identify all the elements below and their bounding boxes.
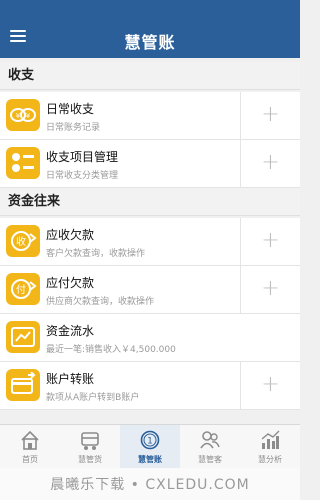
watermark-text: 晨曦乐下载 • CXLEDU.COM <box>50 477 250 493</box>
row-subtitle: 日常账务记录 <box>46 123 101 133</box>
tab-label: 慧管客 <box>198 455 222 464</box>
list-item-receivable[interactable]: 收 应收欠款 客户欠款查询，收款操作 + <box>0 218 300 266</box>
row-title: 应收欠款 <box>46 228 95 242</box>
page-title: 慧管账 <box>124 33 176 52</box>
section-header-funds: 资金往来 <box>0 188 300 216</box>
tab-label: 慧管货 <box>78 455 102 464</box>
bottom-tab-bar: 首页 慧管货 1 慧管账 慧管客 慧分析 <box>0 424 300 469</box>
category-manage-icon <box>6 147 40 179</box>
row-subtitle: 款项从A账户转到B账户 <box>46 393 140 403</box>
list-item-account-transfer[interactable]: 账户转账 款项从A账户转到B账户 + <box>0 362 300 410</box>
cash-flow-icon <box>6 321 40 353</box>
row-subtitle: 日常收支分类管理 <box>46 171 119 181</box>
svg-text:1: 1 <box>147 437 153 447</box>
analysis-icon <box>261 430 280 449</box>
tab-account[interactable]: 1 慧管账 <box>120 425 180 469</box>
add-category-button[interactable]: + <box>241 140 300 188</box>
tab-customers[interactable]: 慧管客 <box>180 425 240 469</box>
daily-ledger-icon: ¥ ¥ <box>6 99 40 131</box>
add-payable-button[interactable]: + <box>241 266 300 314</box>
customers-icon <box>200 431 220 449</box>
payable-icon: 付 <box>6 273 40 305</box>
tab-home[interactable]: 首页 <box>0 425 60 469</box>
list-item-daily-ledger[interactable]: ¥ ¥ 日常收支 日常账务记录 + <box>0 92 300 140</box>
tab-analysis[interactable]: 慧分析 <box>240 425 300 469</box>
row-subtitle: 供应商欠款查询，收款操作 <box>46 297 155 307</box>
home-icon <box>21 430 39 450</box>
row-title: 日常收支 <box>46 102 95 116</box>
list-item-category-manage[interactable]: 收支项目管理 日常收支分类管理 + <box>0 140 300 188</box>
svg-text:收: 收 <box>16 235 26 248</box>
row-title: 收支项目管理 <box>46 150 119 164</box>
add-receivable-button[interactable]: + <box>241 218 300 266</box>
receivable-icon: 收 <box>6 225 40 257</box>
account-transfer-icon <box>6 369 40 401</box>
row-title: 账户转账 <box>46 372 95 386</box>
list-item-payable[interactable]: 付 应付欠款 供应商欠款查询，收款操作 + <box>0 266 300 314</box>
row-title: 资金流水 <box>46 324 95 338</box>
row-title: 应付欠款 <box>46 276 95 290</box>
account-icon: 1 <box>140 430 160 450</box>
tab-label: 慧管账 <box>138 455 162 464</box>
svg-text:¥: ¥ <box>26 112 31 120</box>
tab-goods[interactable]: 慧管货 <box>60 425 120 469</box>
svg-text:付: 付 <box>16 283 26 296</box>
add-daily-record-button[interactable]: + <box>241 92 300 140</box>
row-subtitle: 最近一笔:销售收入￥4,500.000 <box>46 345 176 355</box>
goods-icon <box>81 432 99 450</box>
list-item-cash-flow[interactable]: 资金流水 最近一笔:销售收入￥4,500.000 <box>0 314 300 362</box>
tab-label: 慧分析 <box>258 455 282 464</box>
svg-text:¥: ¥ <box>16 112 21 120</box>
row-subtitle: 客户欠款查询，收款操作 <box>46 249 146 259</box>
tab-label: 首页 <box>22 455 38 464</box>
top-bar: 慧管账 <box>0 0 300 58</box>
footer: 晨曦乐下载 • CXLEDU.COM <box>0 468 300 500</box>
section-header-income-expense: 收支 <box>0 62 300 90</box>
add-transfer-button[interactable]: + <box>241 362 300 410</box>
